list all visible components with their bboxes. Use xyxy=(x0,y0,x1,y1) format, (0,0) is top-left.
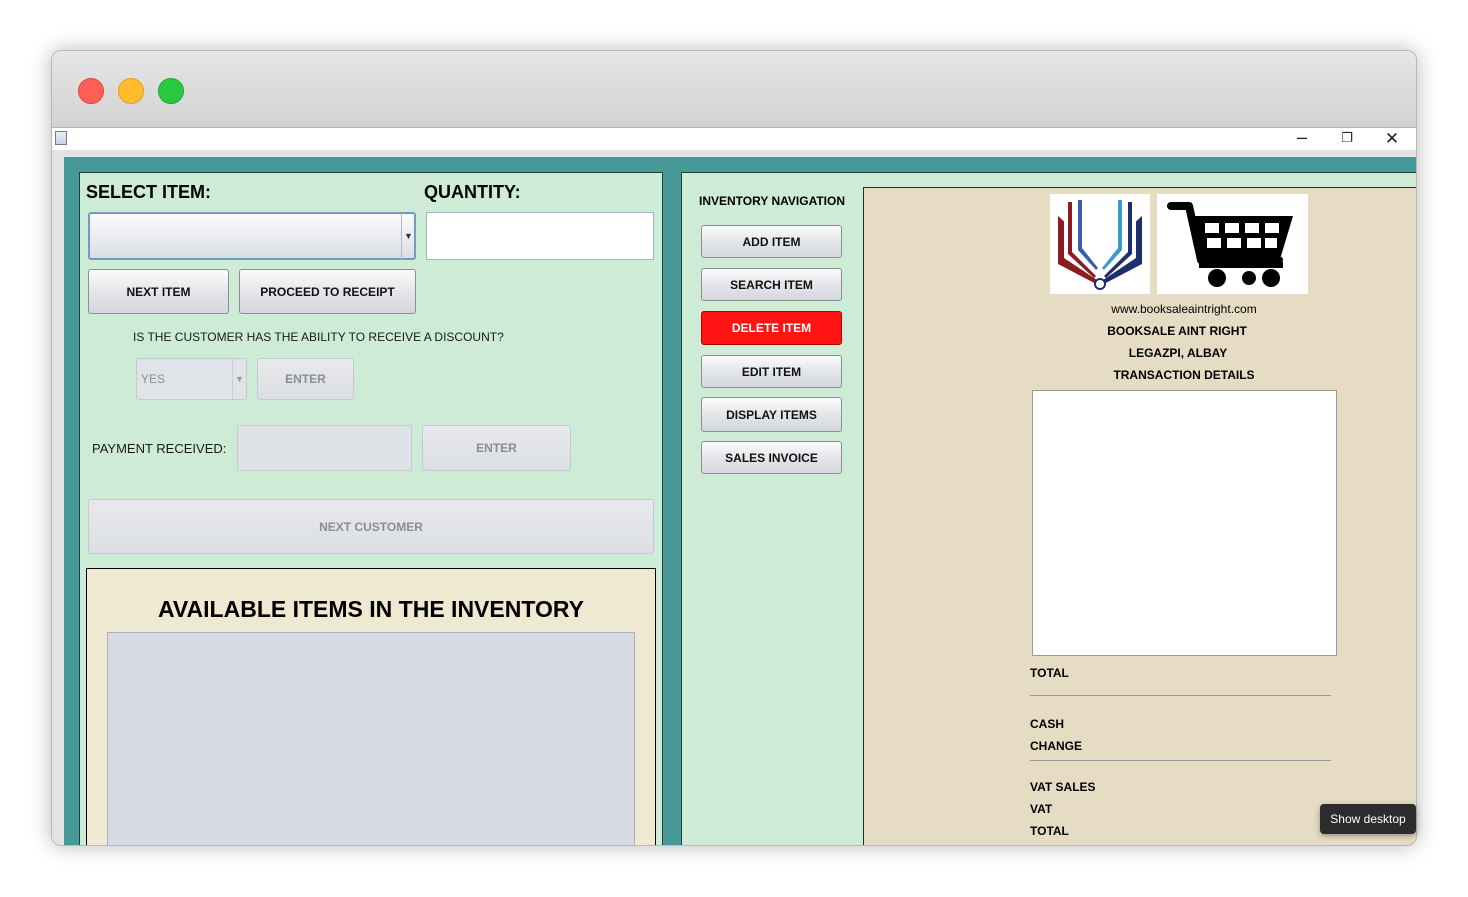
quantity-input[interactable] xyxy=(426,212,654,260)
receipt-heading: TRANSACTION DETAILS xyxy=(1113,368,1255,382)
next-item-button[interactable]: NEXT ITEM xyxy=(88,269,229,314)
inventory-section: AVAILABLE ITEMS IN THE INVENTORY xyxy=(86,568,656,845)
receipt-divider xyxy=(1030,695,1331,696)
restore-button[interactable]: ❐ xyxy=(1327,128,1367,150)
minimize-button[interactable]: ─ xyxy=(1282,128,1322,150)
transaction-details-box[interactable] xyxy=(1032,390,1337,656)
payment-received-input[interactable] xyxy=(237,425,412,471)
receipt-store-name: BOOKSALE AINT RIGHT xyxy=(1107,324,1247,338)
zoom-traffic-light[interactable] xyxy=(158,78,184,104)
receipt-grand-total-label: TOTAL xyxy=(1030,824,1069,838)
proceed-to-receipt-button[interactable]: PROCEED TO RECEIPT xyxy=(239,269,416,314)
receipt-vat-sales-label: VAT SALES xyxy=(1030,780,1096,794)
payment-received-label: PAYMENT RECEIVED: xyxy=(92,441,227,456)
receipt-website: www.booksaleaintright.com xyxy=(1111,302,1257,316)
close-traffic-light[interactable] xyxy=(78,78,104,104)
chevron-down-icon[interactable]: ▼ xyxy=(401,213,415,259)
sale-panel: SELECT ITEM: QUANTITY: ▼ NEXT ITEM PROCE… xyxy=(79,172,663,845)
edit-item-button[interactable]: EDIT ITEM xyxy=(701,355,842,388)
receipt-divider xyxy=(1030,845,1331,846)
discount-question: IS THE CUSTOMER HAS THE ABILITY TO RECEI… xyxy=(133,330,504,344)
receipt-vat-label: VAT xyxy=(1030,802,1053,816)
receipt-cash-label: CASH xyxy=(1030,717,1065,731)
content-area: SELECT ITEM: QUANTITY: ▼ NEXT ITEM PROCE… xyxy=(52,150,1416,846)
delete-item-button[interactable]: DELETE ITEM xyxy=(701,311,842,345)
add-item-button[interactable]: ADD ITEM xyxy=(701,225,842,258)
discount-dropdown[interactable]: YES ▼ xyxy=(136,358,247,400)
discount-enter-button[interactable]: ENTER xyxy=(257,358,354,400)
receipt-total-label: TOTAL xyxy=(1030,666,1069,680)
shopping-cart-icon xyxy=(1157,194,1308,294)
payment-enter-button[interactable]: ENTER xyxy=(422,425,571,471)
sales-invoice-button[interactable]: SALES INVOICE xyxy=(701,441,842,474)
inventory-title: AVAILABLE ITEMS IN THE INVENTORY xyxy=(158,596,584,622)
mac-titlebar xyxy=(52,51,1416,128)
window-title-bar: ─ ❐ ✕ xyxy=(52,128,1416,150)
inventory-list[interactable] xyxy=(107,632,635,845)
java-app-icon xyxy=(55,131,67,145)
open-book-logo-icon xyxy=(1050,194,1150,294)
receipt-change-label: CHANGE xyxy=(1030,739,1083,753)
app-window: ─ ❐ ✕ SELECT ITEM: QUANTITY: ▼ NEXT ITEM… xyxy=(51,50,1417,846)
chevron-down-icon[interactable]: ▼ xyxy=(232,359,246,399)
search-item-button[interactable]: SEARCH ITEM xyxy=(701,268,842,301)
minimize-traffic-light[interactable] xyxy=(118,78,144,104)
close-button[interactable]: ✕ xyxy=(1372,128,1412,150)
inventory-navigation-title: INVENTORY NAVIGATION xyxy=(699,194,846,208)
receipt-location: LEGAZPI, ALBAY xyxy=(1128,346,1228,360)
display-items-button[interactable]: DISPLAY ITEMS xyxy=(701,397,842,432)
quantity-label: QUANTITY: xyxy=(424,182,521,202)
select-item-dropdown[interactable]: ▼ xyxy=(88,212,416,260)
discount-value: YES xyxy=(141,372,166,386)
navigation-panel: INVENTORY NAVIGATION ADD ITEM SEARCH ITE… xyxy=(681,172,1416,846)
select-item-label: SELECT ITEM: xyxy=(86,182,211,202)
next-customer-button[interactable]: NEXT CUSTOMER xyxy=(88,499,654,554)
show-desktop-tooltip: Show desktop xyxy=(1320,804,1416,834)
receipt-divider xyxy=(1030,760,1331,761)
receipt-panel: www.booksaleaintright.com BOOKSALE AINT … xyxy=(863,187,1416,846)
